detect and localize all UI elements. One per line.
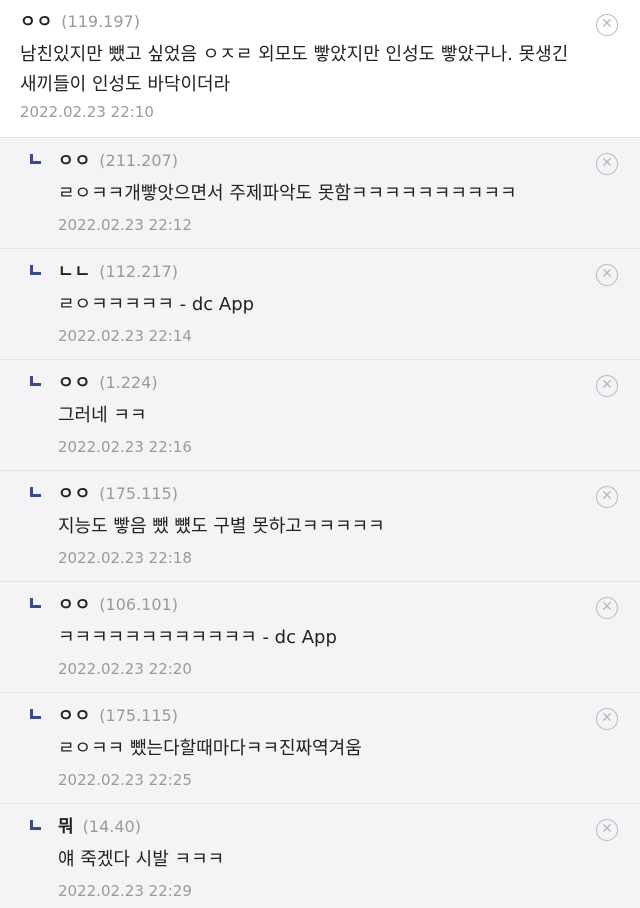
close-circle-icon: ✕ [601, 266, 613, 282]
reply-corner-icon [30, 376, 41, 386]
comment-header: ㅇㅇ (119.197) [20, 10, 640, 34]
reply-ip: (175.115) [99, 706, 178, 725]
reply-ip: (14.40) [82, 817, 141, 836]
close-circle-icon: ✕ [601, 16, 613, 32]
reply-text: ㄹㅇㅋㅋㅋㅋㅋ - dc App [58, 294, 255, 315]
reply-ip: (106.101) [99, 595, 178, 614]
reply-header: ㅇㅇ (106.101) [30, 593, 640, 617]
reply-ip: (211.207) [99, 151, 178, 170]
reply-text: 그러네 ㅋㅋ [58, 405, 147, 426]
delete-reply-button[interactable]: ✕ [596, 819, 618, 841]
reply-timestamp: 2022.02.23 22:14 [58, 327, 192, 345]
comment-nickname[interactable]: ㅇㅇ [20, 10, 53, 34]
reply-timestamp: 2022.02.23 22:29 [58, 882, 192, 900]
reply-text: ㅋㅋㅋㅋㅋㅋㅋㅋㅋㅋㅋㅋ - dc App [58, 627, 337, 648]
comment-item: ㅇㅇ (119.197) 남친있지만 뺐고 싶었음 ㅇㅈㄹ 외모도 빻았지만 인… [0, 0, 640, 138]
comment-timestamp: 2022.02.23 22:10 [20, 103, 154, 121]
reply-item: ㄴㄴ (112.217) ㄹㅇㅋㅋㅋㅋㅋ - dc App 2022.02.23… [0, 249, 640, 360]
reply-corner-icon [30, 487, 41, 497]
delete-reply-button[interactable]: ✕ [596, 375, 618, 397]
reply-timestamp: 2022.02.23 22:16 [58, 438, 192, 456]
reply-nickname[interactable]: ㅇㅇ [58, 371, 91, 395]
delete-reply-button[interactable]: ✕ [596, 264, 618, 286]
close-circle-icon: ✕ [601, 821, 613, 837]
close-circle-icon: ✕ [601, 710, 613, 726]
reply-nickname[interactable]: ㅇㅇ [58, 482, 91, 506]
reply-item: ㅇㅇ (106.101) ㅋㅋㅋㅋㅋㅋㅋㅋㅋㅋㅋㅋ - dc App 2022.… [0, 582, 640, 693]
close-circle-icon: ✕ [601, 599, 613, 615]
reply-corner-icon [30, 709, 41, 719]
reply-nickname[interactable]: ㄴㄴ [58, 260, 91, 284]
delete-comment-button[interactable]: ✕ [596, 14, 618, 36]
reply-header: ㄴㄴ (112.217) [30, 260, 640, 284]
reply-header: ㅇㅇ (175.115) [30, 704, 640, 728]
comment-thread: ㅇㅇ (119.197) 남친있지만 뺐고 싶었음 ㅇㅈㄹ 외모도 빻았지만 인… [0, 0, 640, 908]
reply-text: 지능도 빻음 뺐 뻈도 구별 못하고ㅋㅋㅋㅋㅋ [58, 516, 385, 537]
reply-ip: (175.115) [99, 484, 178, 503]
delete-reply-button[interactable]: ✕ [596, 597, 618, 619]
delete-reply-button[interactable]: ✕ [596, 708, 618, 730]
reply-header: ㅇㅇ (211.207) [30, 149, 640, 173]
delete-reply-button[interactable]: ✕ [596, 153, 618, 175]
reply-item: 뭐 (14.40) 얘 죽겠다 시발 ㅋㅋㅋ 2022.02.23 22:29 … [0, 804, 640, 908]
reply-nickname[interactable]: ㅇㅇ [58, 704, 91, 728]
reply-timestamp: 2022.02.23 22:18 [58, 549, 192, 567]
delete-reply-button[interactable]: ✕ [596, 486, 618, 508]
reply-header: 뭐 (14.40) [30, 815, 640, 839]
close-circle-icon: ✕ [601, 488, 613, 504]
reply-timestamp: 2022.02.23 22:25 [58, 771, 192, 789]
reply-text: ㄹㅇㅋㅋ 뺐는다할때마다ㅋㅋ진짜역겨움 [58, 738, 362, 759]
reply-nickname[interactable]: 뭐 [58, 815, 75, 839]
reply-corner-icon [30, 154, 41, 164]
reply-timestamp: 2022.02.23 22:12 [58, 216, 192, 234]
reply-timestamp: 2022.02.23 22:20 [58, 660, 192, 678]
reply-ip: (1.224) [99, 373, 158, 392]
comment-text: 남친있지만 뺐고 싶었음 ㅇㅈㄹ 외모도 빻았지만 인성도 빻았구나. 못생긴 … [20, 44, 569, 95]
close-circle-icon: ✕ [601, 155, 613, 171]
reply-nickname[interactable]: ㅇㅇ [58, 149, 91, 173]
reply-ip: (112.217) [99, 262, 178, 281]
reply-text: ㄹㅇㅋㅋ개빻앗으면서 주제파악도 못함ㅋㅋㅋㅋㅋㅋㅋㅋㅋㅋ [58, 183, 517, 204]
reply-nickname[interactable]: ㅇㅇ [58, 593, 91, 617]
reply-header: ㅇㅇ (175.115) [30, 482, 640, 506]
reply-header: ㅇㅇ (1.224) [30, 371, 640, 395]
reply-item: ㅇㅇ (1.224) 그러네 ㅋㅋ 2022.02.23 22:16 ✕ [0, 360, 640, 471]
comment-ip: (119.197) [61, 12, 140, 31]
reply-item: ㅇㅇ (211.207) ㄹㅇㅋㅋ개빻앗으면서 주제파악도 못함ㅋㅋㅋㅋㅋㅋㅋㅋ… [0, 138, 640, 249]
close-circle-icon: ✕ [601, 377, 613, 393]
reply-corner-icon [30, 598, 41, 608]
reply-corner-icon [30, 820, 41, 830]
reply-item: ㅇㅇ (175.115) ㄹㅇㅋㅋ 뺐는다할때마다ㅋㅋ진짜역겨움 2022.02… [0, 693, 640, 804]
reply-corner-icon [30, 265, 41, 275]
reply-item: ㅇㅇ (175.115) 지능도 빻음 뺐 뻈도 구별 못하고ㅋㅋㅋㅋㅋ 202… [0, 471, 640, 582]
reply-text: 얘 죽겠다 시발 ㅋㅋㅋ [58, 849, 225, 870]
